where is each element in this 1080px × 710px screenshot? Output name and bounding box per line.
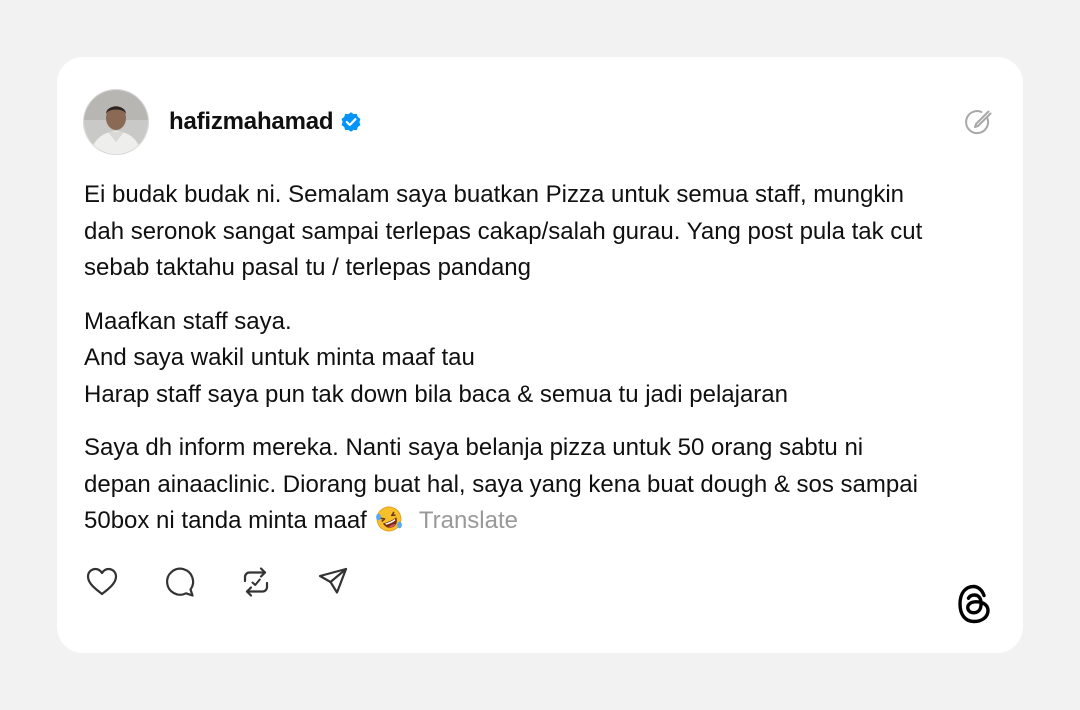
repost-button[interactable] bbox=[237, 565, 275, 603]
send-icon bbox=[316, 565, 350, 604]
post-actions bbox=[83, 565, 391, 603]
post-paragraph: Saya dh inform mereka. Nanti saya belanj… bbox=[84, 430, 1004, 540]
translate-link[interactable]: Translate bbox=[419, 507, 518, 534]
post-text-line: sebab taktahu pasal tu / terlepas pandan… bbox=[84, 254, 531, 281]
post-text-line: 50box ni tanda minta maaf bbox=[84, 507, 367, 534]
verified-badge-icon bbox=[339, 110, 363, 134]
comment-button[interactable] bbox=[160, 565, 198, 603]
post-text-line: dah seronok sangat sampai terlepas cakap… bbox=[84, 217, 923, 245]
post-paragraph: Maafkan staff saya. And saya wakil untuk… bbox=[84, 304, 1004, 414]
edit-icon[interactable] bbox=[963, 107, 993, 137]
post-text-line: Ei budak budak ni. Semalam saya buatkan … bbox=[84, 181, 905, 208]
post-text-line: Harap staff saya pun tak down bila baca … bbox=[84, 380, 788, 408]
post-header: hafizmahamad bbox=[83, 88, 993, 156]
threads-logo-icon bbox=[955, 583, 993, 625]
post-paragraph: Ei budak budak ni. Semalam saya buatkan … bbox=[84, 177, 1004, 287]
username[interactable]: hafizmahamad bbox=[169, 108, 334, 136]
post-text-line: And saya wakil untuk minta maaf tau bbox=[84, 344, 475, 371]
comment-icon bbox=[162, 565, 196, 604]
repost-icon bbox=[239, 565, 273, 604]
post-text-line: depan ainaaclinic. Diorang buat hal, say… bbox=[84, 470, 918, 498]
heart-icon bbox=[85, 565, 119, 604]
avatar[interactable] bbox=[83, 89, 149, 155]
like-button[interactable] bbox=[83, 565, 121, 603]
share-button[interactable] bbox=[314, 565, 352, 603]
post-body: Ei budak budak ni. Semalam saya buatkan … bbox=[84, 177, 1004, 557]
post-card: hafizmahamad Ei budak budak ni. Semalam … bbox=[57, 57, 1023, 653]
post-text-last-line: 50box ni tanda minta maaf Translate bbox=[84, 503, 1004, 540]
rolling-on-floor-laughing-emoji bbox=[375, 505, 403, 533]
post-text-line: Saya dh inform mereka. Nanti saya belanj… bbox=[84, 434, 864, 461]
post-text-line: Maafkan staff saya. bbox=[84, 307, 292, 335]
